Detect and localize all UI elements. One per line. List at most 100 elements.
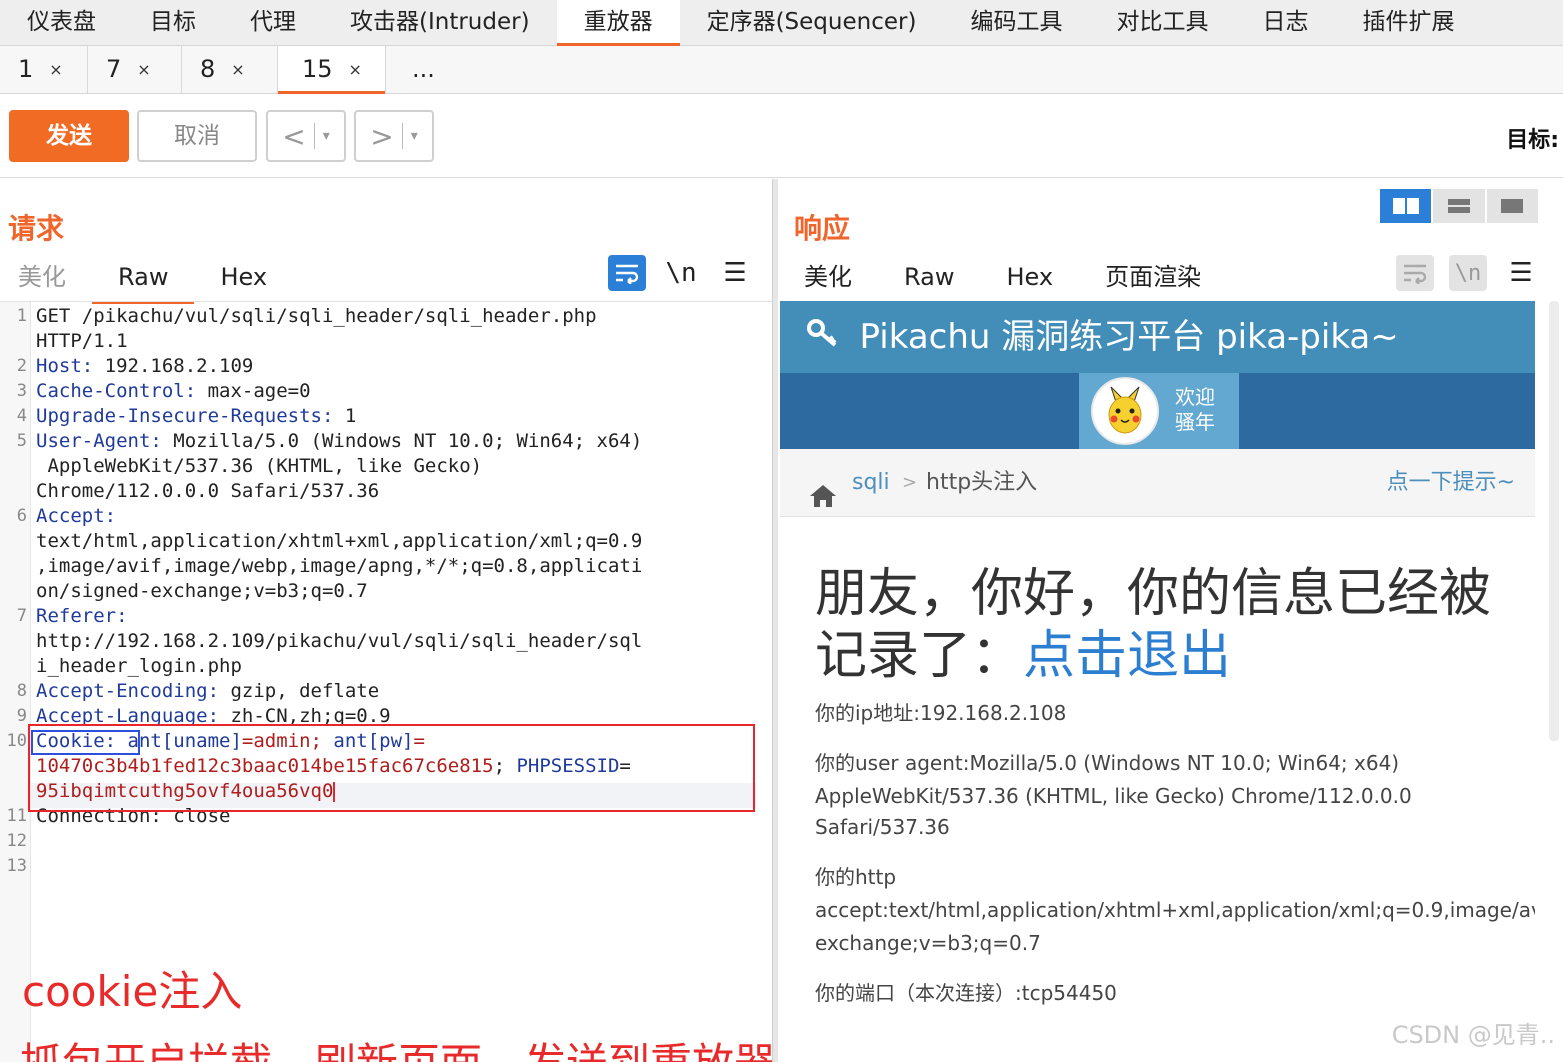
ua-info: Safari/537.36 <box>815 815 950 839</box>
line-number: 11 <box>6 806 27 826</box>
welcome-line: 骚年 <box>1175 410 1215 434</box>
accept-info: 你的http <box>815 865 897 889</box>
tab-pretty[interactable]: 美化 <box>0 257 92 301</box>
repeater-tab-label: ... <box>412 55 435 83</box>
line-number: 10 <box>6 731 27 751</box>
line-number: 9 <box>16 706 27 726</box>
menu-target[interactable]: 目标 <box>123 0 223 46</box>
annotation-instructions: 抓包开启拦截，刷新页面，发送到重放器 <box>20 1030 776 1062</box>
divider <box>401 123 403 149</box>
request-title: 请求 <box>8 212 65 245</box>
history-back-button[interactable]: < ▾ <box>266 110 346 162</box>
repeater-tab-1[interactable]: 1 × <box>0 46 88 93</box>
repeater-tab-8[interactable]: 8 × <box>182 46 278 93</box>
show-newlines-icon[interactable]: \n <box>1449 255 1487 291</box>
request-line: GET /pikachu/vul/sqli/sqli_header/sqli_h… <box>36 305 597 327</box>
header-upgrade: Upgrade-Insecure-Requests: 1 <box>36 404 356 429</box>
menu-icon[interactable]: ☰ <box>716 255 754 291</box>
breadcrumb: sqli > http头注入 点一下提示~ <box>780 449 1535 517</box>
site-nav: 欢迎 骚年 <box>780 373 1535 449</box>
layout-stacked-icon[interactable] <box>1433 189 1485 223</box>
tab-hex[interactable]: Hex <box>194 257 293 301</box>
render-scrollbar[interactable] <box>1549 301 1559 741</box>
result-message: 朋友，你好，你的信息已经被记录了：点击退出 <box>815 563 1505 687</box>
menu-sequencer[interactable]: 定序器(Sequencer) <box>680 0 944 46</box>
avatar <box>1091 377 1159 445</box>
line-number: 12 <box>6 831 27 851</box>
close-icon[interactable]: × <box>137 60 150 79</box>
layout-tabbed-icon[interactable] <box>1486 189 1538 223</box>
repeater-tab-label: 15 <box>302 55 333 83</box>
layout-side-by-side-icon[interactable] <box>1380 189 1432 223</box>
repeater-tab-15[interactable]: 15 × <box>278 46 386 94</box>
site-title: Pikachu 漏洞练习平台 pika-pika~ <box>859 317 1399 357</box>
menu-proxy[interactable]: 代理 <box>223 0 323 46</box>
menu-icon[interactable]: ☰ <box>1502 255 1540 291</box>
cancel-button[interactable]: 取消 <box>137 110 257 162</box>
chevron-right-icon: > <box>370 119 394 153</box>
wrap-lines-icon[interactable] <box>1396 255 1434 291</box>
header-accept: Accept: <box>36 505 117 527</box>
request-editor[interactable]: 1 2 3 4 5 6 7 8 9 10 11 12 13 GET /pikac… <box>0 301 776 1062</box>
line-number: 2 <box>16 356 27 376</box>
header-value-cont: ,image/avif,image/webp,image/apng,*/*;q=… <box>36 555 643 577</box>
chevron-down-icon[interactable]: ▾ <box>323 128 330 144</box>
menu-logger[interactable]: 日志 <box>1235 0 1335 46</box>
breadcrumb-link[interactable]: sqli <box>852 449 890 517</box>
watermark: CSDN @见青.. <box>1391 1021 1555 1049</box>
header-value-cont: on/signed-exchange;v=b3;q=0.7 <box>36 580 368 602</box>
show-newlines-icon[interactable]: \n <box>662 255 700 291</box>
logout-link[interactable]: 点击退出 <box>1023 626 1231 686</box>
header-accept-encoding: Accept-Encoding: gzip, deflate <box>36 679 379 704</box>
annotation-cookie-injection: cookie注入 <box>22 967 243 1016</box>
close-icon[interactable]: × <box>231 60 244 79</box>
request-view-tabs: 美化 Raw Hex <box>0 257 293 304</box>
repeater-tab-label: 8 <box>200 55 216 83</box>
tab-hex[interactable]: Hex <box>980 257 1079 301</box>
repeater-tab-label: 7 <box>106 55 122 83</box>
ip-info: 你的ip地址:192.168.2.108 <box>815 701 1067 725</box>
send-button[interactable]: 发送 <box>9 110 129 162</box>
hint-link[interactable]: 点一下提示~ <box>1387 449 1515 517</box>
line-number: 4 <box>16 406 27 426</box>
tab-render[interactable]: 页面渲染 <box>1079 257 1228 304</box>
chevron-down-icon[interactable]: ▾ <box>411 128 418 144</box>
header-value-cont: AppleWebKit/537.36 (KHTML, like Gecko) <box>36 455 483 477</box>
request-line: HTTP/1.1 <box>36 330 128 352</box>
main-menu-bar: 仪表盘 目标 代理 攻击器(Intruder) 重放器 定序器(Sequence… <box>0 0 1563 46</box>
header-key: Upgrade-Insecure-Requests: <box>36 405 345 427</box>
repeater-toolbar: 发送 取消 < ▾ > ▾ 目标: <box>0 94 1563 178</box>
repeater-tab-more[interactable]: ... <box>386 46 462 93</box>
home-icon[interactable] <box>808 469 838 537</box>
menu-comparer[interactable]: 对比工具 <box>1089 0 1235 46</box>
welcome-text: 欢迎 骚年 <box>1175 385 1215 435</box>
header-value: 1 <box>344 405 357 427</box>
site-header: Pikachu 漏洞练习平台 pika-pika~ <box>780 301 1535 373</box>
menu-dashboard[interactable]: 仪表盘 <box>0 0 123 46</box>
header-referer: Referer: <box>36 605 128 627</box>
repeater-tab-7[interactable]: 7 × <box>88 46 182 93</box>
menu-repeater[interactable]: 重放器 <box>556 0 680 46</box>
divider <box>313 123 315 149</box>
line-number: 13 <box>6 856 27 876</box>
close-icon[interactable]: × <box>49 60 62 79</box>
header-host: Host: 192.168.2.109 <box>36 354 253 379</box>
header-value-cont: http://192.168.2.109/pikachu/vul/sqli/sq… <box>36 630 643 652</box>
header-cache-control: Cache-Control: max-age=0 <box>36 379 311 404</box>
menu-intruder[interactable]: 攻击器(Intruder) <box>323 0 557 46</box>
wrap-lines-icon[interactable] <box>608 255 646 291</box>
header-value-cont: text/html,application/xhtml+xml,applicat… <box>36 530 643 552</box>
header-value: max-age=0 <box>207 380 311 402</box>
port-info: 你的端口（本次连接）:tcp54450 <box>815 981 1117 1005</box>
menu-extensions[interactable]: 插件扩展 <box>1335 0 1481 46</box>
close-icon[interactable]: × <box>349 60 362 79</box>
user-menu[interactable]: 欢迎 骚年 <box>1079 373 1239 449</box>
tab-raw[interactable]: Raw <box>878 257 980 301</box>
history-forward-button[interactable]: > ▾ <box>354 110 434 162</box>
tab-pretty[interactable]: 美化 <box>778 257 878 301</box>
header-value-cont: i_header_login.php <box>36 655 242 677</box>
line-number: 3 <box>16 381 27 401</box>
menu-decoder[interactable]: 编码工具 <box>943 0 1089 46</box>
rendered-page: Pikachu 漏洞练习平台 pika-pika~ 欢迎 骚年 sqli > h… <box>780 301 1535 1062</box>
tab-raw[interactable]: Raw <box>92 257 195 304</box>
